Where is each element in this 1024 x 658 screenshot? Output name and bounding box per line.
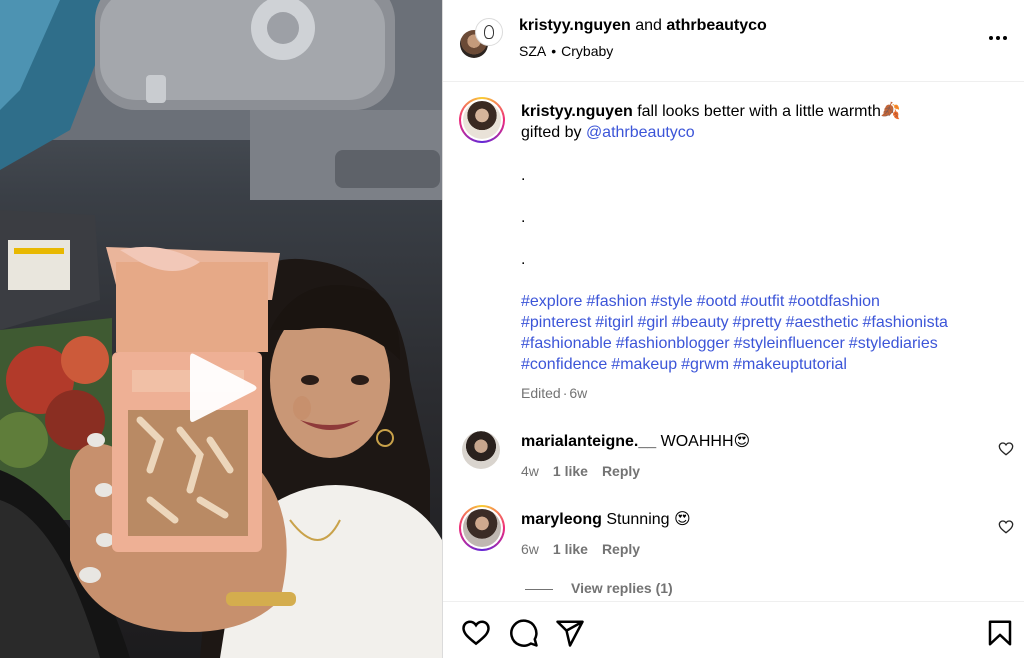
coauthor-username[interactable]: athrbeautyco: [666, 17, 766, 34]
hashtag[interactable]: #stylediaries: [849, 335, 938, 352]
hashtag[interactable]: #makeuptutorial: [733, 356, 847, 373]
comment-icon[interactable]: [509, 618, 539, 648]
comment-text: Stunning 😍: [606, 511, 691, 528]
hashtag[interactable]: #confidence: [521, 356, 607, 373]
hashtag[interactable]: #fashion: [586, 293, 647, 310]
caption-bullet: .: [521, 167, 526, 184]
post-header: kristyy.nguyen and athrbeautyco SZA • Cryb…: [443, 0, 1024, 82]
caption-bullet: .: [521, 251, 526, 268]
hashtag[interactable]: #fashionblogger: [616, 335, 730, 352]
instagram-post-view: kristyy.nguyen and athrbeautyco SZA • Cryb…: [0, 0, 1024, 658]
authors-joiner: and: [635, 17, 662, 34]
comment-likes[interactable]: 1 like: [553, 541, 588, 557]
view-replies-label: View replies (1): [571, 580, 673, 596]
hashtag[interactable]: #pretty: [733, 314, 782, 331]
comment-age: 6w: [521, 541, 539, 557]
meta-separator: ·: [562, 385, 568, 401]
hashtag[interactable]: #makeup: [611, 356, 677, 373]
caption-mention[interactable]: @athrbeautyco: [586, 124, 695, 141]
avatar: [463, 509, 501, 547]
caption-hashtags: #explore #fashion #style #ootd #outfit #ootdf…: [521, 291, 1011, 375]
caption-username[interactable]: kristyy.nguyen: [521, 103, 633, 120]
comment-avatar[interactable]: [462, 431, 500, 469]
more-options-button[interactable]: [983, 26, 1013, 50]
caption-meta: Edited · 6w: [521, 385, 587, 401]
more-options-icon: [989, 36, 993, 40]
reply-button[interactable]: Reply: [602, 541, 640, 557]
caption: kristyy.nguyen fall looks better with a …: [521, 101, 1001, 143]
comment-like-icon[interactable]: [998, 519, 1014, 535]
audio-separator: •: [551, 43, 557, 59]
caption-age: 6w: [569, 385, 588, 401]
edited-label: Edited: [521, 385, 561, 401]
comment-avatar[interactable]: [459, 505, 505, 551]
comment-meta: 4w 1 like Reply: [521, 463, 654, 479]
comment-meta: 6w 1 like Reply: [521, 541, 654, 557]
play-icon: [190, 353, 257, 422]
hashtag[interactable]: #aesthetic: [786, 314, 859, 331]
post-sidebar: kristyy.nguyen and athrbeautyco SZA • Cryb…: [442, 0, 1024, 658]
hashtag[interactable]: #fashionable: [521, 335, 612, 352]
hashtag[interactable]: #pinterest: [521, 314, 591, 331]
comment-username[interactable]: marialanteigne.__: [521, 433, 656, 450]
avatar: [463, 101, 501, 139]
comment-username[interactable]: maryleong: [521, 511, 602, 528]
hashtag[interactable]: #grwm: [681, 356, 729, 373]
collab-avatars[interactable]: [460, 18, 503, 60]
hashtag[interactable]: #beauty: [672, 314, 729, 331]
audio-artist: SZA: [519, 43, 547, 59]
more-dot: [1003, 36, 1007, 40]
audio-song: Crybaby: [561, 43, 614, 59]
author-username[interactable]: kristyy.nguyen: [519, 17, 631, 34]
comment-likes[interactable]: 1 like: [553, 463, 588, 479]
hashtag[interactable]: #girl: [638, 314, 668, 331]
post-video[interactable]: [0, 0, 442, 658]
hashtag[interactable]: #ootd: [697, 293, 737, 310]
hashtag[interactable]: #ootdfashion: [788, 293, 880, 310]
hashtag[interactable]: #style: [651, 293, 693, 310]
heart-icon[interactable]: [461, 618, 491, 648]
hashtag[interactable]: #fashionista: [863, 314, 948, 331]
caption-bullet: .: [521, 209, 526, 226]
reply-button[interactable]: Reply: [602, 463, 640, 479]
comment-body: maryleong Stunning 😍: [521, 509, 691, 530]
view-replies-button[interactable]: View replies (1): [525, 580, 673, 596]
caption-gifted-label: gifted by: [521, 124, 582, 141]
comment-age: 4w: [521, 463, 539, 479]
post-actions: [443, 601, 1024, 658]
audio-info[interactable]: SZA • Crybaby: [519, 43, 613, 59]
more-dot: [996, 36, 1000, 40]
video-frame: [0, 0, 442, 658]
comments-list[interactable]: kristyy.nguyen fall looks better with a …: [443, 83, 1024, 601]
comment-text: WOAHHH😍: [660, 433, 751, 450]
bookmark-icon[interactable]: [985, 618, 1015, 648]
hashtag[interactable]: #itgirl: [595, 314, 633, 331]
post-authors: kristyy.nguyen and athrbeautyco: [519, 17, 767, 35]
caption-avatar[interactable]: [459, 97, 505, 143]
hashtag[interactable]: #explore: [521, 293, 582, 310]
comment-body: marialanteigne.__ WOAHHH😍: [521, 431, 750, 452]
play-button[interactable]: [186, 350, 260, 426]
comment-like-icon[interactable]: [998, 441, 1014, 457]
brand-avatar: [475, 18, 503, 46]
hashtag[interactable]: #styleinfluencer: [734, 335, 845, 352]
send-icon[interactable]: [555, 618, 585, 648]
replies-divider: [525, 588, 553, 590]
hashtag[interactable]: #outfit: [741, 293, 785, 310]
caption-text: fall looks better with a little warmth🍂: [637, 103, 901, 120]
